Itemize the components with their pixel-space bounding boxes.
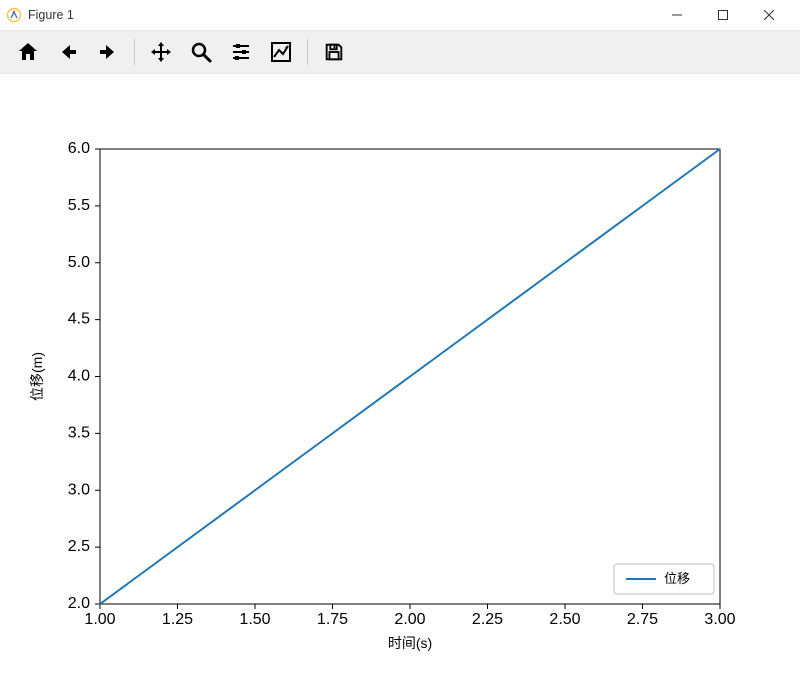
x-tick-label: 3.00: [704, 611, 735, 628]
back-button[interactable]: [50, 34, 86, 70]
x-tick-label: 1.00: [84, 611, 115, 628]
x-tick-label: 1.50: [239, 611, 270, 628]
plot-area[interactable]: 1.00 1.25 1.50 1.75 2.00 2.25 2.50 2.75 3.00 2.0 2…: [0, 74, 800, 676]
y-tick-label: 3.5: [68, 424, 90, 441]
legend-label: 位移: [664, 571, 690, 586]
y-tick-label: 2.0: [68, 595, 90, 612]
y-tick-label: 3.0: [68, 481, 90, 498]
y-tick-label: 4.0: [68, 368, 90, 385]
close-button[interactable]: [746, 0, 792, 30]
forward-button[interactable]: [90, 34, 126, 70]
x-axis-label: 时间(s): [388, 635, 432, 651]
zoom-button[interactable]: [183, 34, 219, 70]
maximize-button[interactable]: [700, 0, 746, 30]
x-tick-label: 1.75: [317, 611, 348, 628]
title-bar: Figure 1: [0, 0, 800, 30]
y-tick-label: 5.5: [68, 197, 90, 214]
chart: 1.00 1.25 1.50 1.75 2.00 2.25 2.50 2.75 3.00 2.0 2…: [0, 74, 800, 676]
pan-button[interactable]: [143, 34, 179, 70]
edit-axes-button[interactable]: [263, 34, 299, 70]
app-icon: [6, 7, 22, 23]
line-series: [100, 149, 720, 604]
configure-subplots-button[interactable]: [223, 34, 259, 70]
save-button[interactable]: [316, 34, 352, 70]
y-axis-label: 位移(m): [29, 352, 45, 401]
window-title: Figure 1: [28, 8, 74, 22]
x-tick-label: 2.00: [394, 611, 425, 628]
y-tick-label: 4.5: [68, 311, 90, 328]
y-tick-label: 5.0: [68, 254, 90, 271]
toolbar: [0, 30, 800, 74]
toolbar-separator: [307, 39, 308, 65]
y-tick-label: 2.5: [68, 538, 90, 555]
x-tick-label: 2.75: [627, 611, 658, 628]
home-button[interactable]: [10, 34, 46, 70]
y-tick-label: 6.0: [68, 140, 90, 157]
x-tick-label: 2.25: [472, 611, 503, 628]
minimize-button[interactable]: [654, 0, 700, 30]
x-tick-label: 2.50: [549, 611, 580, 628]
toolbar-separator: [134, 39, 135, 65]
x-tick-label: 1.25: [162, 611, 193, 628]
